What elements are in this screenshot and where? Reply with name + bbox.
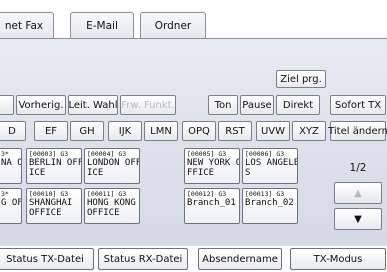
destination-partial-left[interactable]: 3* NA O <box>0 148 22 184</box>
index-tab-ijk[interactable]: IJK <box>108 121 142 141</box>
pause-button[interactable]: Pause <box>240 95 274 115</box>
index-tab-gh[interactable]: GH <box>70 121 104 141</box>
ton-button[interactable]: Ton <box>208 95 238 115</box>
destination-partial-left[interactable]: 3* G OF <box>0 188 22 224</box>
destination-button[interactable]: [00006] G3 LOS ANGELE S <box>242 148 298 184</box>
tab-ordner[interactable]: Ordner <box>140 12 206 38</box>
destination-button[interactable]: [00005] G3NEW YORK O FFICE <box>184 148 240 184</box>
leit-wahl-button[interactable]: Leit. Wahl <box>68 95 118 115</box>
scroll-down-button[interactable]: ▼ <box>334 208 382 230</box>
destination-button[interactable]: [00003] G3 BERLIN OFF ICE <box>26 148 82 184</box>
index-tab-xyz[interactable]: XYZ <box>292 121 326 141</box>
status-tx-datei-button[interactable]: Status TX-Datei <box>0 248 94 270</box>
tab-email[interactable]: E-Mail <box>70 12 134 38</box>
status-rx-datei-button[interactable]: Status RX-Datei <box>98 248 188 270</box>
direkt-button[interactable]: Direkt <box>276 95 320 115</box>
tab-internet-fax[interactable]: net Fax <box>0 12 54 38</box>
sofort-tx-button[interactable]: Sofort TX <box>330 95 386 115</box>
absendername-button[interactable]: Absendername <box>198 248 282 270</box>
titel-aendern-button[interactable]: Titel ändern <box>328 121 387 141</box>
destination-button[interactable]: [00010] G3 SHANGHAI OFFICE <box>26 188 82 224</box>
vorherig-button[interactable]: Vorherig. <box>16 95 66 115</box>
up-arrow-icon: ▲ <box>354 187 362 199</box>
down-arrow-icon: ▼ <box>354 213 362 225</box>
index-tab-lmn[interactable]: LMN <box>144 121 178 141</box>
index-tab-ef[interactable]: EF <box>34 121 68 141</box>
toolbar-left-partial[interactable] <box>0 95 14 115</box>
tx-modus-button[interactable]: TX-Modus <box>290 248 386 270</box>
index-tab-d[interactable]: D <box>0 121 26 141</box>
tabs-bar: net Fax E-Mail Ordner <box>0 0 387 38</box>
ziel-prg-button[interactable]: Ziel prg. <box>276 70 326 88</box>
index-tab-uvw[interactable]: UVW <box>256 121 290 141</box>
destination-button[interactable]: [00012] G3 Branch_01 <box>184 188 240 224</box>
scroll-up-button[interactable]: ▲ <box>334 182 382 204</box>
frw-funkt-button: Frw. Funkt. <box>120 95 176 115</box>
index-tab-rst[interactable]: RST <box>218 121 252 141</box>
destination-button[interactable]: [00004] G3 LONDON OFF ICE <box>84 148 140 184</box>
destination-button[interactable]: [00011] G3 HONG KONG OFFICE <box>84 188 140 224</box>
page-indicator: 1/2 <box>349 162 367 174</box>
index-tab-opq[interactable]: OPQ <box>182 121 216 141</box>
destination-button[interactable]: [00013] G3 Branch_02 <box>242 188 298 224</box>
